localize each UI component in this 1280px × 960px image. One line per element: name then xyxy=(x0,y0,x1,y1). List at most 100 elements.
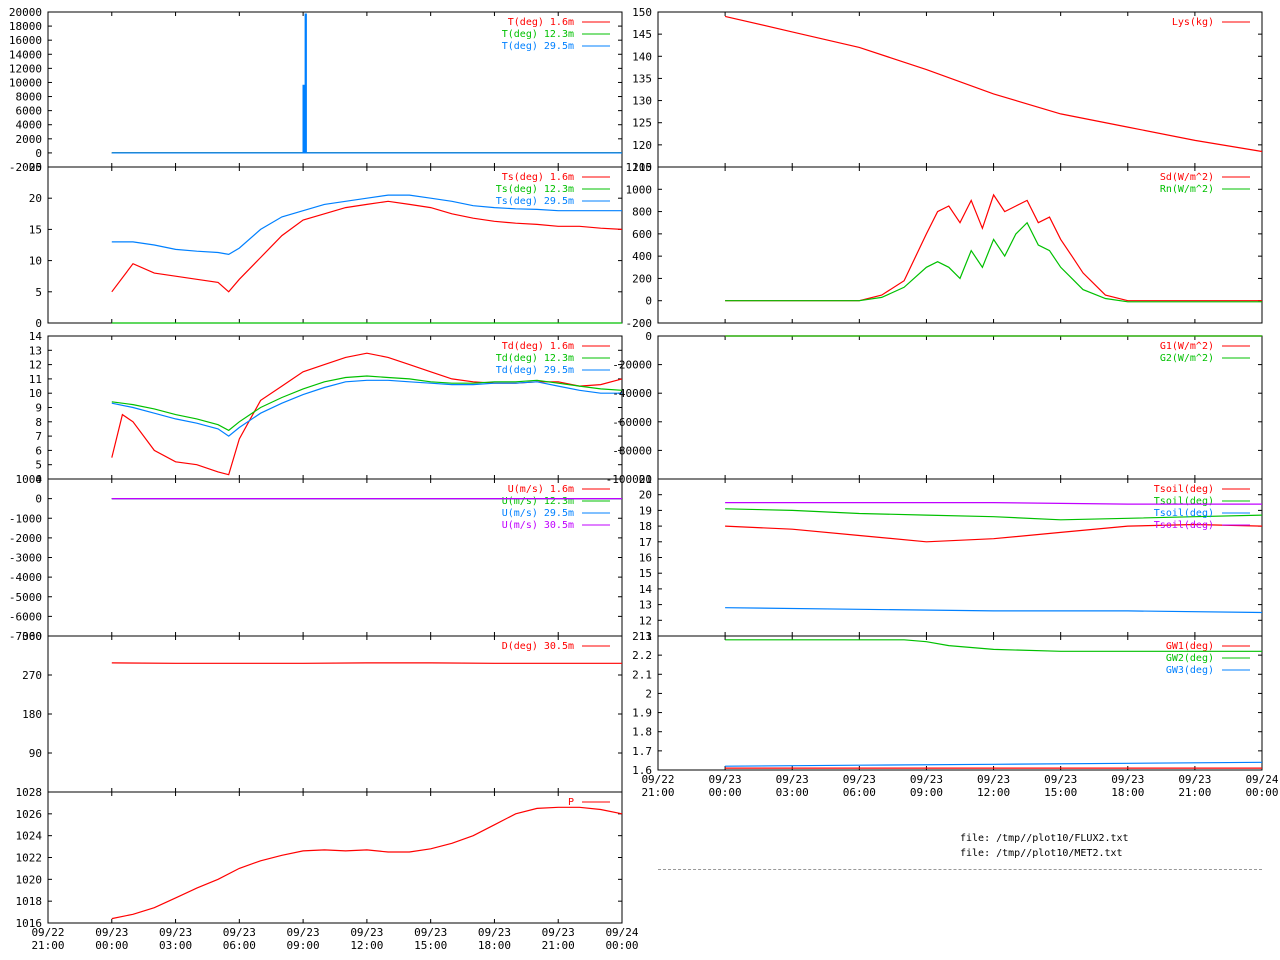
panel-right-1: 115120125130135140145150Lys(kg) xyxy=(632,6,1263,174)
legend-entry: Tsoil(deg) xyxy=(1154,508,1214,519)
y-tick-label: 800 xyxy=(632,206,652,219)
panel-right-5: 1.61.71.81.922.12.22.3GW1(deg)GW2(deg)GW… xyxy=(632,630,1263,777)
y-tick-label: 180 xyxy=(22,708,42,721)
x-tick-label-left: 03:00 xyxy=(159,939,192,952)
series-line xyxy=(111,379,622,437)
x-tick-label-left: 09/23 xyxy=(159,926,192,939)
x-tick-label-left: 09/23 xyxy=(350,926,383,939)
y-tick-label: -20000 xyxy=(612,359,652,372)
plot-frame xyxy=(657,11,1263,168)
y-tick-label: 1022 xyxy=(16,852,43,865)
y-tick-label: 6 xyxy=(35,444,42,457)
x-tick-label-right: 00:00 xyxy=(1245,786,1278,799)
y-tick-label: 9 xyxy=(35,402,42,415)
legend-entry: Td(deg) 1.6m xyxy=(502,341,574,352)
panel-left-6: 1016101810201022102410261028P xyxy=(16,786,623,930)
series-line xyxy=(724,15,1263,153)
series-line xyxy=(725,761,1263,767)
x-tick-label-left: 21:00 xyxy=(31,939,64,952)
x-tick-label-left: 00:00 xyxy=(95,939,128,952)
panel-left-4: -7000-6000-5000-4000-3000-2000-100001000… xyxy=(9,473,623,643)
y-tick-label: 12 xyxy=(639,614,652,627)
y-tick-label: 0 xyxy=(35,147,42,160)
legend-entry: U(m/s) 1.6m xyxy=(508,484,574,495)
panel-left-3: 4567891011121314Td(deg) 1.6mTd(deg) 12.3… xyxy=(29,330,623,486)
y-tick-label: 14 xyxy=(29,330,43,343)
legend-entry: Rn(W/m^2) xyxy=(1160,184,1214,195)
legend-entry: G1(W/m^2) xyxy=(1160,341,1214,352)
x-tick-label-left: 09/23 xyxy=(223,926,256,939)
x-tick-label-left: 06:00 xyxy=(223,939,256,952)
x-tick-label-left: 09:00 xyxy=(287,939,320,952)
y-tick-label: 1.9 xyxy=(632,707,652,720)
legend-entry: U(m/s) 29.5m xyxy=(502,508,574,519)
x-tick-label-right: 09/22 xyxy=(641,773,674,786)
x-tick-label-left: 21:00 xyxy=(542,939,575,952)
y-tick-label: 600 xyxy=(632,228,652,241)
x-tick-label-right: 03:00 xyxy=(776,786,809,799)
y-tick-label: 8000 xyxy=(16,91,43,104)
x-tick-label-right: 21:00 xyxy=(641,786,674,799)
y-tick-label: -80000 xyxy=(612,444,652,457)
x-tick-label-right: 12:00 xyxy=(977,786,1010,799)
y-tick-label: 120 xyxy=(632,139,652,152)
legend-entry: Ts(deg) 1.6m xyxy=(502,172,574,183)
y-tick-label: 0 xyxy=(35,493,42,506)
y-tick-label: 10 xyxy=(29,387,42,400)
y-tick-label: 16 xyxy=(639,552,652,565)
y-tick-label: 130 xyxy=(632,95,652,108)
y-tick-label: 125 xyxy=(632,117,652,130)
x-tick-label-left: 09/23 xyxy=(414,926,447,939)
y-tick-label: 2.2 xyxy=(632,649,652,662)
y-tick-label: 16000 xyxy=(9,34,42,47)
y-tick-label: 140 xyxy=(632,50,652,63)
x-tick-label-left: 09/23 xyxy=(478,926,511,939)
y-tick-label: 18 xyxy=(639,520,652,533)
y-tick-label: -40000 xyxy=(612,387,652,400)
y-tick-label: 18000 xyxy=(9,20,42,33)
y-tick-label: 14000 xyxy=(9,48,42,61)
y-tick-label: 19 xyxy=(639,504,652,517)
y-tick-label: 2000 xyxy=(16,133,43,146)
y-tick-label: 14 xyxy=(639,583,653,596)
x-tick-label-right: 09/23 xyxy=(977,773,1010,786)
y-tick-label: 0 xyxy=(645,295,652,308)
legend-entry: Td(deg) 12.3m xyxy=(496,353,574,364)
x-tick-label-right: 21:00 xyxy=(1178,786,1211,799)
plot-frame xyxy=(47,635,623,793)
y-tick-label: -5000 xyxy=(9,591,42,604)
y-tick-label: 1018 xyxy=(16,895,43,908)
legend-entry: GW1(deg) xyxy=(1166,641,1214,652)
y-tick-label: 7 xyxy=(35,430,42,443)
y-tick-label: 8 xyxy=(35,416,42,429)
x-tick-label-left: 09/24 xyxy=(605,926,638,939)
file-label-flux: file: /tmp//plot10/FLUX2.txt xyxy=(960,833,1129,844)
y-tick-label: 12000 xyxy=(9,62,42,75)
y-tick-label: -60000 xyxy=(612,416,652,429)
x-tick-label-right: 09/23 xyxy=(1044,773,1077,786)
x-tick-label-left: 15:00 xyxy=(414,939,447,952)
y-tick-label: 1.8 xyxy=(632,726,652,739)
y-tick-label: 2.3 xyxy=(632,630,652,643)
y-tick-label: 10 xyxy=(29,255,42,268)
y-tick-label: 21 xyxy=(639,473,652,486)
legend-entry: P xyxy=(568,797,574,808)
panel-right-4: 1112131415161718192021Tsoil(deg)Tsoil(de… xyxy=(639,473,1263,643)
x-tick-label-left: 09/23 xyxy=(542,926,575,939)
legend-entry: U(m/s) 30.5m xyxy=(502,520,574,531)
plot-frame xyxy=(47,791,623,924)
y-tick-label: 1026 xyxy=(16,808,43,821)
y-tick-label: 10000 xyxy=(9,76,42,89)
x-tick-label-right: 09/23 xyxy=(1178,773,1211,786)
y-tick-label: 13 xyxy=(639,599,652,612)
x-tick-label-left: 09/23 xyxy=(287,926,320,939)
y-tick-label: -2000 xyxy=(9,532,42,545)
legend-entry: G2(W/m^2) xyxy=(1160,353,1214,364)
y-tick-label: 6000 xyxy=(16,105,43,118)
legend-entry: Lys(kg) xyxy=(1172,17,1214,28)
y-tick-label: 1024 xyxy=(16,830,43,843)
y-tick-label: 1.7 xyxy=(632,745,652,758)
y-tick-label: 20 xyxy=(639,489,652,502)
file-label-met: file: /tmp//plot10/MET2.txt xyxy=(960,848,1123,859)
x-tick-label-right: 09:00 xyxy=(910,786,943,799)
